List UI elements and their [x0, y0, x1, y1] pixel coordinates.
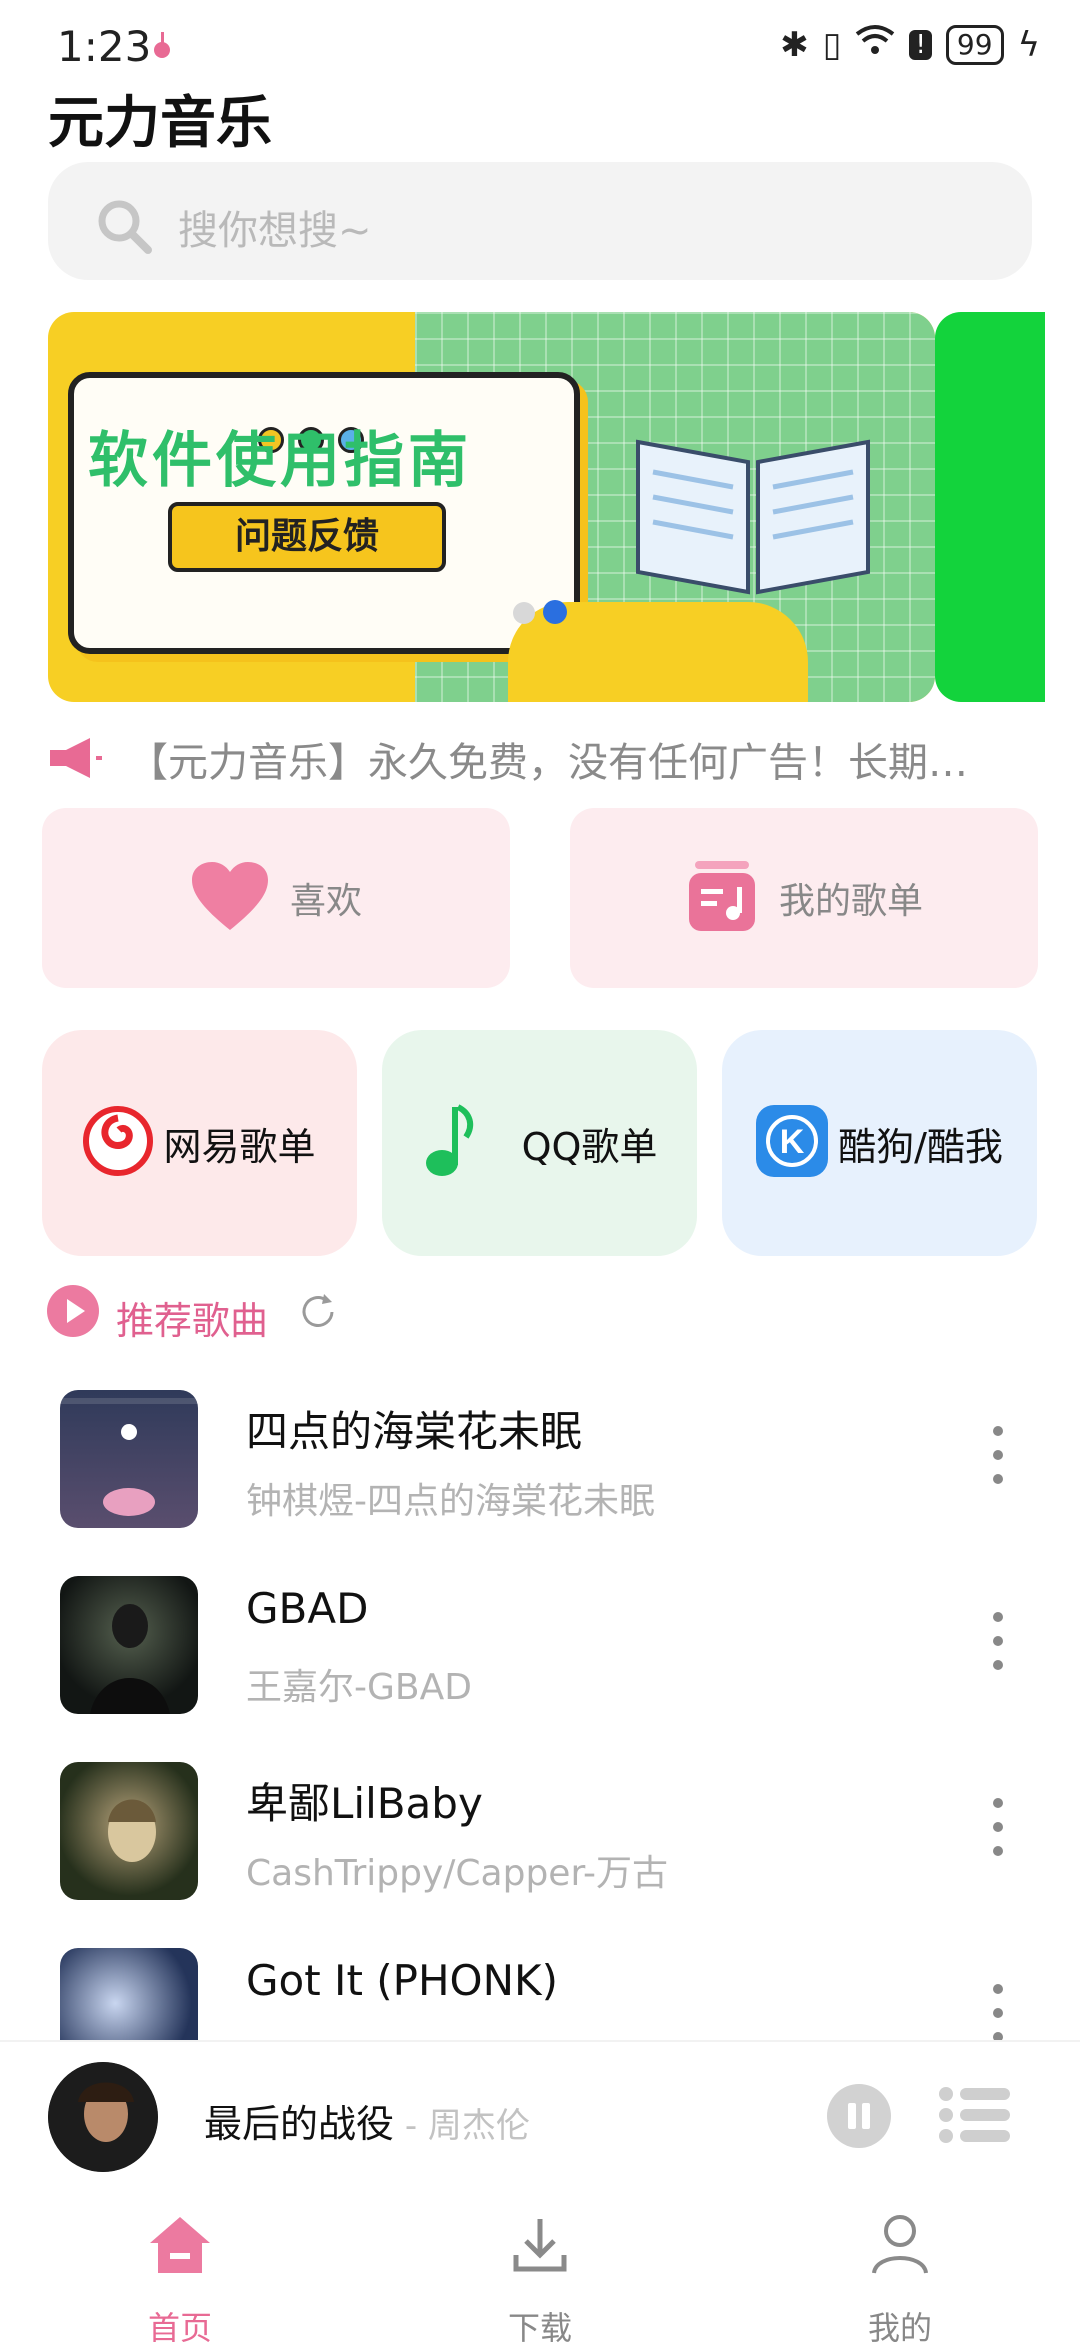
play-circle-icon[interactable] [46, 1284, 100, 1342]
banner-page-dot [513, 602, 535, 624]
status-time: 1:23 [57, 22, 152, 71]
search-input[interactable]: 搜你想搜~ [178, 198, 372, 256]
playlist-icon [685, 859, 759, 937]
now-playing-cover[interactable] [48, 2062, 158, 2172]
svg-text:K: K [780, 1123, 805, 1161]
status-bar: 1:23 ✱ ▯ ! 99 ϟ [0, 0, 1080, 80]
queue-list-icon[interactable] [938, 2086, 1012, 2148]
nav-tab-download[interactable]: 下载 [360, 2205, 720, 2347]
song-row[interactable]: Got It (PHONK) [0, 1948, 1080, 2040]
wifi-icon [855, 24, 895, 65]
qq-music-icon [422, 1101, 482, 1185]
album-cover [60, 1762, 198, 1900]
netease-label: 网易歌单 [163, 1124, 316, 1169]
notice-marquee[interactable]: 【元力音乐】永久免费，没有任何广告！长期… [128, 730, 1008, 788]
nav-tab-mine[interactable]: 我的 [720, 2205, 1080, 2347]
netease-logo-icon [83, 1106, 154, 1180]
album-cover [60, 1948, 198, 2040]
user-icon [872, 2215, 928, 2274]
song-title: Got It (PHONK) [246, 1956, 558, 2005]
song-title: 卑鄙LilBaby [246, 1779, 483, 1828]
banner-feedback-label: 问题反馈 [168, 502, 446, 572]
megaphone-icon [46, 736, 102, 784]
album-cover [60, 1390, 198, 1528]
song-row[interactable]: GBAD 王嘉尔-GBAD [0, 1576, 1080, 1762]
nav-label-home: 首页 [147, 2309, 212, 2347]
more-options-icon[interactable] [988, 1426, 1008, 1496]
more-options-icon[interactable] [988, 1984, 1008, 2040]
notification-icon [150, 30, 174, 60]
banner-title: 软件使用指南 [88, 426, 472, 496]
download-icon [513, 2219, 567, 2272]
kugou-playlist-card[interactable]: K 酷狗/酷我 [722, 1030, 1037, 1256]
banner-carousel[interactable]: 软件使用指南 问题反馈 [48, 312, 935, 702]
album-cover [60, 1576, 198, 1714]
now-playing-info[interactable]: 最后的战役 - 周杰伦 [204, 2093, 530, 2148]
favorites-card[interactable]: 喜欢 [42, 808, 510, 988]
more-options-icon[interactable] [988, 1612, 1008, 1682]
battery-indicator: 99 [945, 24, 1004, 65]
song-row[interactable]: 四点的海棠花未眠 钟棋煜-四点的海棠花未眠 [0, 1390, 1080, 1576]
mini-player[interactable] [0, 2040, 1080, 2202]
kugou-icon: K [756, 1105, 829, 1181]
kugou-label: 酷狗/酷我 [838, 1124, 1003, 1169]
nav-label-mine: 我的 [867, 2309, 932, 2347]
recommend-title: 推荐歌曲 [116, 1299, 269, 1343]
home-icon [150, 2217, 210, 2273]
song-artist: CashTrippy/Capper-万古 [246, 1853, 668, 1894]
now-playing-title: 最后的战役 [204, 2102, 395, 2146]
more-options-icon[interactable] [988, 1798, 1008, 1868]
refresh-icon[interactable] [296, 1290, 340, 1338]
song-title: 四点的海棠花未眠 [246, 1407, 583, 1456]
now-playing-artist: 周杰伦 [427, 2106, 530, 2146]
song-artist: 钟棋煜-四点的海棠花未眠 [246, 1481, 655, 1522]
alert-icon: ! [909, 29, 932, 60]
search-icon [94, 196, 154, 260]
banner-page-dot-active [543, 600, 567, 624]
song-artist: 王嘉尔-GBAD [246, 1667, 472, 1708]
nav-label-download: 下载 [507, 2309, 572, 2347]
status-icons: ✱ ▯ ! 99 ϟ [780, 24, 1040, 65]
song-title: GBAD [246, 1584, 369, 1633]
charging-icon: ϟ [1017, 24, 1040, 65]
book-icon [628, 422, 878, 602]
qq-label: QQ歌单 [521, 1124, 658, 1169]
app-title: 元力音乐 [48, 91, 272, 156]
my-playlists-label: 我的歌单 [778, 881, 923, 922]
netease-playlist-card[interactable]: 网易歌单 [42, 1030, 357, 1256]
nav-tab-home[interactable]: 首页 [0, 2205, 360, 2347]
heart-icon [190, 860, 270, 936]
banner-next-preview[interactable] [935, 312, 1045, 702]
vibrate-icon: ▯ [822, 24, 842, 65]
qq-playlist-card[interactable]: QQ歌单 [382, 1030, 697, 1256]
song-row[interactable]: 卑鄙LilBaby CashTrippy/Capper-万古 [0, 1762, 1080, 1948]
now-playing-separator: - [394, 2106, 428, 2146]
my-playlists-card[interactable]: 我的歌单 [570, 808, 1038, 988]
favorites-label: 喜欢 [289, 881, 362, 922]
bluetooth-icon: ✱ [780, 24, 809, 65]
pause-button[interactable] [826, 2083, 892, 2153]
